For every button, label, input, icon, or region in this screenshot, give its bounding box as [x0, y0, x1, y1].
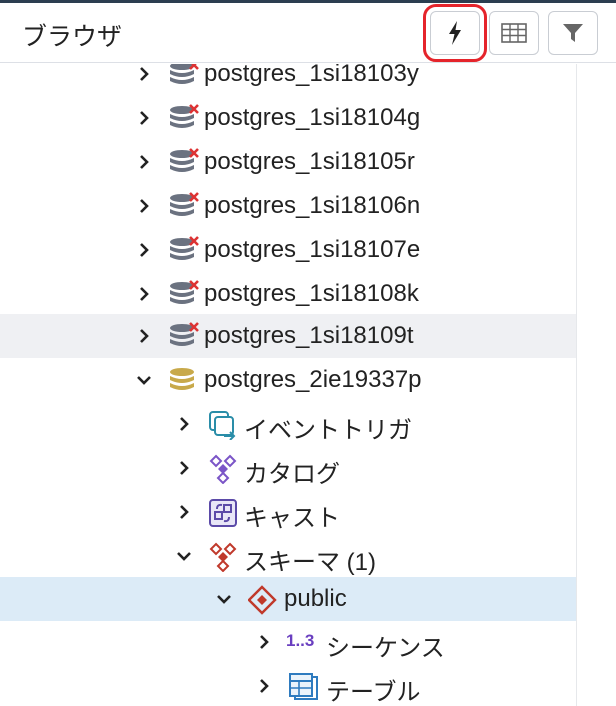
table-icon: [288, 672, 320, 702]
tree-node-label: postgres_1si18109t: [204, 322, 414, 349]
tree-node-server[interactable]: postgres_1si18108k: [0, 272, 576, 316]
chevron-right-icon[interactable]: [134, 240, 154, 260]
tree-node-label: キャスト: [244, 505, 340, 532]
server-disconnected-icon: [168, 148, 200, 178]
chevron-down-icon[interactable]: [174, 546, 194, 566]
tree-node-label: postgres_1si18104g: [204, 104, 421, 131]
chevron-right-icon[interactable]: [174, 502, 194, 522]
panel-title: ブラウザ: [22, 23, 123, 51]
tree-node-schemas[interactable]: スキーマ (1): [0, 534, 576, 578]
tree-node-tables[interactable]: テーブル: [0, 664, 576, 706]
vertical-scrollbar[interactable]: [576, 64, 616, 706]
schema-icon: [247, 585, 280, 615]
server-disconnected-icon: [168, 64, 200, 90]
tree-node-schema-public[interactable]: public: [0, 577, 576, 621]
chevron-right-icon[interactable]: [174, 414, 194, 434]
chevron-right-icon[interactable]: [134, 284, 154, 304]
filter-icon: [563, 24, 583, 42]
catalog-icon: [208, 454, 240, 485]
server-disconnected-icon: [168, 280, 200, 310]
tree-node-server[interactable]: postgres_1si18106n: [0, 184, 576, 228]
tree-node-server[interactable]: postgres_1si18104g: [0, 96, 576, 140]
schemas-icon: [208, 542, 240, 573]
chevron-right-icon[interactable]: [134, 108, 154, 128]
tree-node-catalogs[interactable]: カタログ: [0, 446, 576, 490]
tree-node-server[interactable]: postgres_1si18103y: [0, 64, 576, 96]
tree-node-label: シーケンス: [326, 635, 445, 662]
chevron-right-icon[interactable]: [254, 632, 274, 652]
server-disconnected-icon: [168, 236, 200, 266]
tree-node-label: postgres_1si18105r: [204, 148, 415, 175]
chevron-right-icon[interactable]: [134, 152, 154, 172]
chevron-down-icon[interactable]: [214, 589, 234, 609]
tree-node-database[interactable]: postgres_2ie19337p: [0, 358, 576, 402]
tree-node-label: postgres_1si18106n: [204, 192, 421, 219]
database-icon: [168, 366, 200, 396]
server-disconnected-icon: [168, 104, 200, 134]
tree-node-label: イベントトリガ: [244, 417, 412, 444]
tree-node-label: postgres_2ie19337p: [204, 366, 422, 393]
tree-node-server[interactable]: postgres_1si18107e: [0, 228, 576, 272]
chevron-right-icon[interactable]: [134, 196, 154, 216]
tree-node-label: postgres_1si18108k: [204, 280, 419, 307]
tree-node-sequences[interactable]: 1..3 シーケンス: [0, 620, 576, 664]
tree-node-label: カタログ: [244, 461, 340, 488]
server-disconnected-icon: [168, 192, 200, 222]
query-tool-button[interactable]: [423, 4, 487, 62]
chevron-right-icon[interactable]: [134, 64, 154, 84]
tree-node-server[interactable]: postgres_1si18105r: [0, 140, 576, 184]
cast-icon: [208, 498, 240, 528]
chevron-right-icon[interactable]: [174, 458, 194, 478]
server-disconnected-icon: [168, 322, 200, 352]
tree-node-event-triggers[interactable]: イベントトリガ: [0, 402, 576, 446]
view-data-button[interactable]: [489, 11, 539, 55]
tree-node-label: postgres_1si18107e: [204, 236, 421, 263]
tree-node-server[interactable]: postgres_1si18109t: [0, 314, 576, 358]
browser-header: ブラウザ: [0, 3, 616, 63]
tree-node-label: public: [284, 585, 347, 612]
event-trigger-icon: [208, 410, 240, 441]
sequence-icon: 1..3: [286, 631, 315, 650]
tree-node-casts[interactable]: キャスト: [0, 490, 576, 534]
chevron-right-icon[interactable]: [254, 676, 274, 696]
tree-node-label: postgres_1si18103y: [204, 64, 419, 87]
lightning-icon: [449, 21, 461, 45]
chevron-right-icon[interactable]: [134, 326, 154, 346]
tree-node-label: スキーマ (1): [244, 549, 376, 576]
table-icon: [501, 23, 527, 43]
filter-button[interactable]: [548, 11, 598, 55]
tree-node-label: テーブル: [326, 679, 421, 706]
chevron-down-icon[interactable]: [134, 370, 154, 390]
object-tree: postgres_1si18103y postgres_1si18104g po…: [0, 64, 576, 706]
